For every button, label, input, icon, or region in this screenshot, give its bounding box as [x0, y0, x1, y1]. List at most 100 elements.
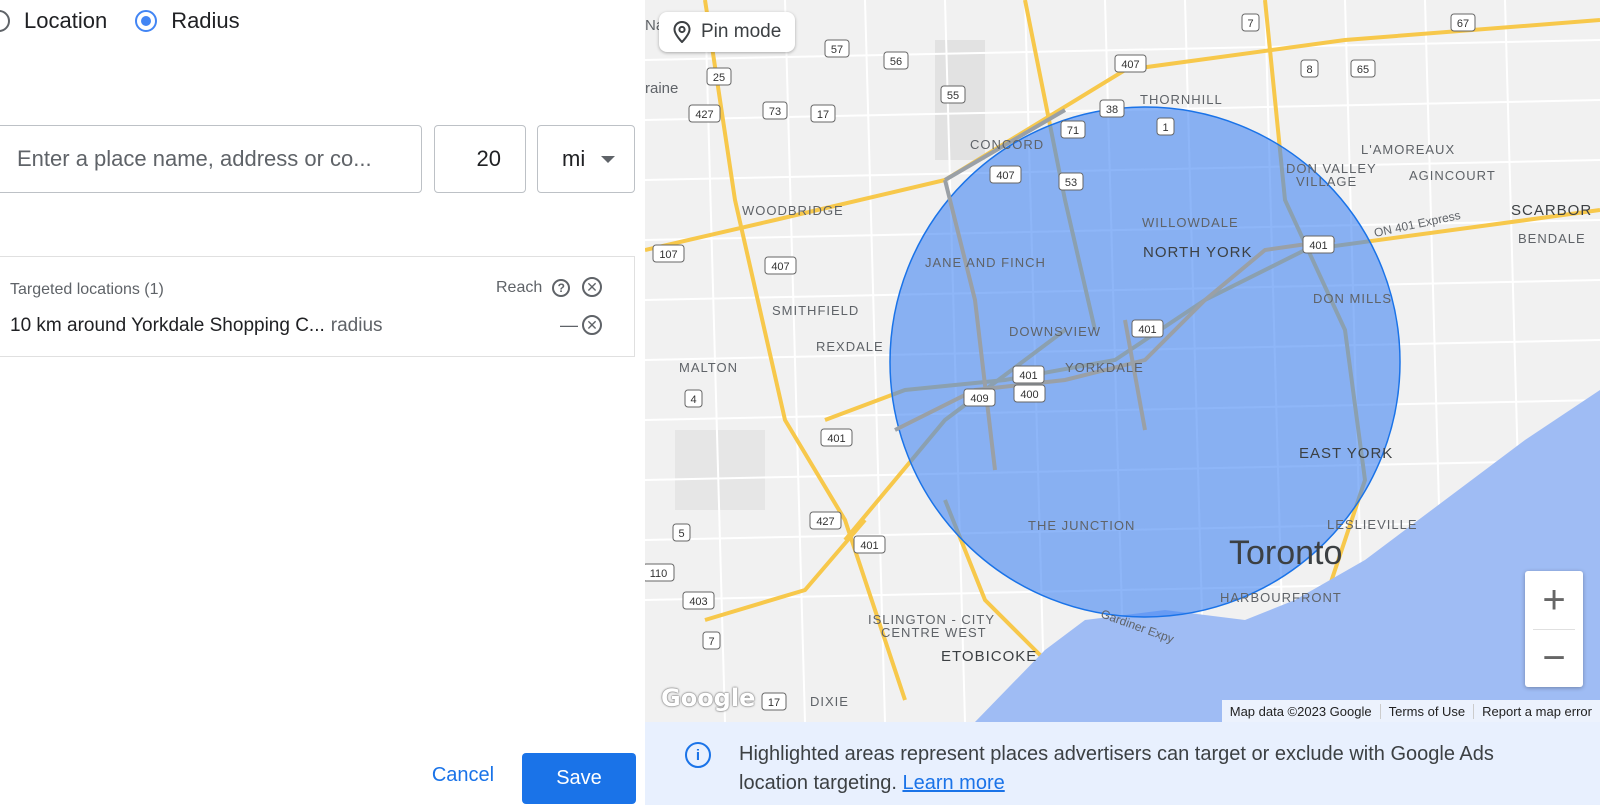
zoom-in-button[interactable]: + — [1525, 571, 1583, 629]
learn-more-link[interactable]: Learn more — [902, 772, 1004, 794]
industrial-area — [675, 430, 765, 510]
help-icon[interactable]: ? — [552, 279, 571, 297]
zoom-out-button[interactable]: − — [1525, 629, 1583, 687]
svg-text:427: 427 — [816, 516, 834, 528]
label-concord: CONCORD — [970, 137, 1044, 152]
svg-text:17: 17 — [768, 697, 780, 709]
left-panel: Location Radius Enter a place name, addr… — [0, 0, 645, 805]
label-yorkdale: YORKDALE — [1065, 360, 1144, 375]
radio-radius-label[interactable]: Radius — [171, 8, 239, 34]
map-data-credit: Map data ©2023 Google — [1229, 703, 1372, 719]
highway-shield: 407 — [989, 165, 1022, 184]
label-raine: raine — [645, 80, 678, 97]
label-harbourfront: HARBOURFRONT — [1220, 590, 1342, 605]
svg-text:401: 401 — [860, 540, 878, 552]
svg-text:71: 71 — [1067, 125, 1079, 137]
label-east-york: EAST YORK — [1299, 445, 1393, 462]
mode-selector: Location Radius — [0, 8, 268, 34]
highway-shield: 71 — [1060, 120, 1086, 139]
highway-shield: 17 — [761, 692, 787, 711]
remove-all-icon[interactable]: ✕ — [582, 277, 602, 297]
label-downsview: DOWNSVIEW — [1009, 324, 1101, 339]
highway-shield: 407 — [1114, 54, 1147, 73]
remove-location-icon[interactable]: ✕ — [582, 315, 602, 335]
unit-select[interactable]: mi — [537, 125, 635, 193]
svg-text:38: 38 — [1106, 104, 1118, 116]
svg-text:56: 56 — [890, 56, 902, 68]
highway-shield: 8 — [1300, 59, 1319, 78]
info-text: Highlighted areas represent places adver… — [739, 740, 1559, 798]
svg-text:401: 401 — [827, 433, 845, 445]
report-map-error-link[interactable]: Report a map error — [1473, 703, 1600, 719]
highway-shield: 73 — [762, 101, 788, 120]
svg-text:409: 409 — [970, 393, 988, 405]
svg-text:65: 65 — [1357, 64, 1369, 76]
map-attribution: Map data ©2023 Google Terms of Use Repor… — [1221, 700, 1600, 722]
label-woodbridge: WOODBRIDGE — [742, 203, 844, 218]
google-logo: Google — [661, 684, 756, 712]
targeted-location-kind: radius — [330, 315, 383, 336]
label-malton: MALTON — [679, 360, 738, 375]
label-rexdale: REXDALE — [816, 339, 884, 354]
highway-shield: 401 — [1012, 365, 1045, 384]
label-bendale: BENDALE — [1518, 231, 1586, 246]
highway-shield: 56 — [883, 51, 909, 70]
zoom-divider — [1533, 629, 1575, 630]
svg-text:401: 401 — [1309, 240, 1327, 252]
map-view[interactable]: Toronto NORTH YORK WILLOWDALE THORNHILL … — [645, 0, 1600, 722]
radio-radius[interactable] — [135, 10, 158, 32]
highway-shield: 53 — [1058, 172, 1084, 191]
map-canvas[interactable]: Toronto NORTH YORK WILLOWDALE THORNHILL … — [645, 0, 1600, 722]
label-centre-west: CENTRE WEST — [881, 625, 987, 640]
svg-text:17: 17 — [817, 109, 829, 121]
svg-text:73: 73 — [769, 106, 781, 118]
svg-text:110: 110 — [650, 568, 668, 580]
svg-text:427: 427 — [695, 109, 713, 121]
map-pin-icon — [673, 21, 691, 43]
svg-text:7: 7 — [708, 636, 714, 648]
label-the-junction: THE JUNCTION — [1028, 518, 1135, 533]
cancel-button[interactable]: Cancel — [415, 752, 511, 798]
targeted-locations-panel: Targeted locations (1) Reach ? ✕ 10 km a… — [0, 256, 635, 357]
highway-shield: 7 — [1241, 13, 1260, 32]
label-thornhill: THORNHILL — [1140, 92, 1223, 107]
info-banner: i Highlighted areas represent places adv… — [645, 722, 1600, 805]
label-willowdale: WILLOWDALE — [1142, 215, 1239, 230]
highway-shield: 1 — [1156, 117, 1175, 136]
pin-mode-label: Pin mode — [701, 21, 782, 42]
place-search-placeholder: Enter a place name, address or co... — [17, 146, 372, 171]
highway-shield: 55 — [940, 85, 966, 104]
svg-text:57: 57 — [831, 44, 843, 56]
label-dixie: DIXIE — [810, 694, 849, 709]
svg-text:407: 407 — [996, 170, 1014, 182]
highway-shield: 4 — [684, 389, 703, 408]
targeted-location-item: 10 km around Yorkdale Shopping C... radiu… — [10, 315, 383, 337]
svg-text:4: 4 — [690, 394, 696, 406]
targeted-locations-header: Targeted locations (1) — [10, 281, 164, 298]
highway-shield: 107 — [652, 244, 685, 263]
terms-link[interactable]: Terms of Use — [1379, 703, 1474, 719]
label-scarborough: SCARBOR — [1511, 202, 1592, 219]
label-smithfield: SMITHFIELD — [772, 303, 859, 318]
place-search-input[interactable]: Enter a place name, address or co... — [0, 125, 422, 193]
svg-text:407: 407 — [1121, 59, 1139, 71]
svg-text:407: 407 — [771, 261, 789, 273]
svg-text:400: 400 — [1020, 389, 1038, 401]
highway-shield: 401 — [1131, 319, 1164, 338]
svg-text:67: 67 — [1457, 18, 1469, 30]
targeted-location-text: 10 km around Yorkdale Shopping C... — [10, 315, 325, 336]
radio-location-label[interactable]: Location — [24, 8, 107, 34]
radius-value-input[interactable]: 20 — [434, 125, 526, 193]
pin-mode-button[interactable]: Pin mode — [659, 12, 796, 52]
highway-shield: 427 — [809, 511, 842, 530]
svg-text:8: 8 — [1306, 64, 1312, 76]
highway-shield: 401 — [820, 428, 853, 447]
highway-shield: 38 — [1099, 99, 1125, 118]
save-button[interactable]: Save — [522, 753, 636, 804]
radio-location[interactable] — [0, 10, 10, 32]
highway-shield: 427 — [688, 104, 721, 123]
highway-shield: 25 — [706, 67, 732, 86]
reach-header: Reach ? — [496, 279, 571, 297]
svg-text:1: 1 — [1162, 122, 1168, 134]
zoom-control: + − — [1525, 571, 1583, 687]
